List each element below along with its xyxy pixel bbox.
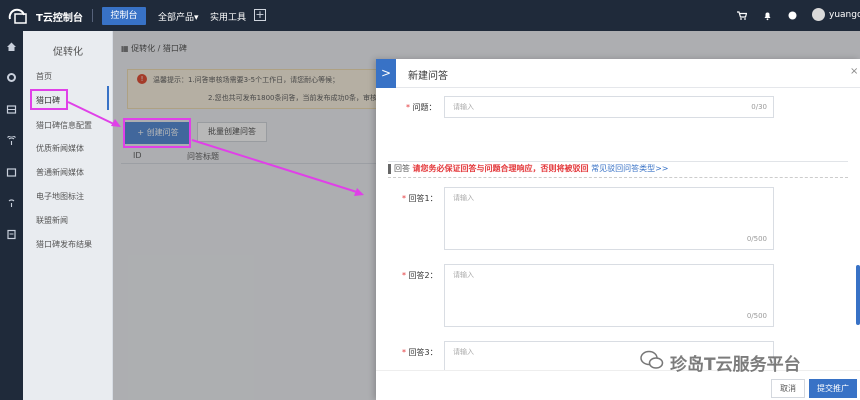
question-input[interactable]: 请输入 0/30 [444,96,774,118]
wechat-icon [640,350,664,369]
answer-section-header: 回答 请您务必保证回答与问题合理响应，否则将被驳回 常见驳回问答类型>> [388,163,669,177]
submit-promotion-button[interactable]: 提交推广 [809,379,857,398]
chart-icon[interactable] [5,167,18,180]
menu-item-alliance[interactable]: 联盟新闻 [36,215,68,226]
watermark-text: 珍岛T云服务平台 [670,355,801,375]
answer-1-textarea[interactable]: 请输入 0/500 [444,187,774,250]
answer-3-placeholder: 请输入 [453,348,474,356]
answer-2-counter: 0/500 [746,312,767,320]
close-icon[interactable]: × [850,66,858,77]
menu-item-results[interactable]: 猎口碑发布结果 [36,239,92,250]
console-button[interactable]: 控制台 [102,7,146,25]
list-icon[interactable] [5,104,18,117]
section-dashed-line [388,177,848,178]
tyun-logo-icon[interactable] [6,5,30,25]
section-divider [388,161,848,162]
answer-2-placeholder: 请输入 [453,271,474,279]
menu-title: 促转化 [53,47,83,58]
highlight-menu-box [30,89,68,110]
menu-item-map[interactable]: 电子地图标注 [36,191,84,202]
gear-icon[interactable] [5,72,18,85]
divider [92,9,93,22]
answer-1-placeholder: 请输入 [453,194,474,202]
bell-icon[interactable] [762,10,773,21]
document-icon[interactable] [5,229,18,242]
panel-header: > 新建问答 × [376,59,860,88]
active-indicator [107,86,109,110]
answer-1-counter: 0/500 [746,235,767,243]
help-icon[interactable] [787,10,798,21]
question-label: * 问题： [406,103,437,112]
panel-title: 新建问答 [408,71,448,82]
cancel-button[interactable]: 取消 [771,379,805,398]
add-icon[interactable]: + [254,9,266,21]
icon-rail [0,31,23,400]
answer-2-textarea[interactable]: 请输入 0/500 [444,264,774,327]
answer-2-label: * 回答2： [402,271,438,280]
highlight-create-box [123,118,191,148]
new-qa-panel: > 新建问答 × * 问题： 请输入 0/30 回答 请您务必保证回答与问题合理… [376,59,860,400]
broadcast-icon[interactable] [5,198,18,211]
cart-icon[interactable] [736,10,748,21]
question-counter: 0/30 [751,103,767,111]
home-icon[interactable] [5,41,18,54]
question-placeholder: 请输入 [453,103,474,111]
scrollbar-handle[interactable] [856,265,860,325]
signal-icon[interactable] [5,135,18,149]
top-navigation-bar: T云控制台 控制台 全部产品▾ 实用工具 + yuango... [0,0,860,31]
rejected-types-link[interactable]: 常见驳回问答类型>> [591,164,668,173]
menu-item-normal-media[interactable]: 普通新闻媒体 [36,167,84,178]
all-products-menu[interactable]: 全部产品▾ [158,10,199,23]
menu-item-home[interactable]: 首页 [36,71,52,82]
section-marker [388,163,391,174]
answer-warning: 请您务必保证回答与问题合理响应，否则将被驳回 [412,164,589,173]
menu-item-quality-media[interactable]: 优质新闻媒体 [36,143,84,154]
tools-menu[interactable]: 实用工具 [210,10,246,23]
brand-title[interactable]: T云控制台 [36,9,83,24]
menu-item-config[interactable]: 猎口碑信息配置 [36,120,92,131]
answer-3-label: * 回答3： [402,348,438,357]
collapse-chevron-icon[interactable]: > [376,59,396,88]
answer-1-label: * 回答1： [402,194,438,203]
username[interactable]: yuango... [829,10,860,20]
avatar[interactable] [812,8,825,21]
side-menu: 促转化 首页 猎口碑 猎口碑信息配置 优质新闻媒体 普通新闻媒体 电子地图标注 … [23,31,113,400]
